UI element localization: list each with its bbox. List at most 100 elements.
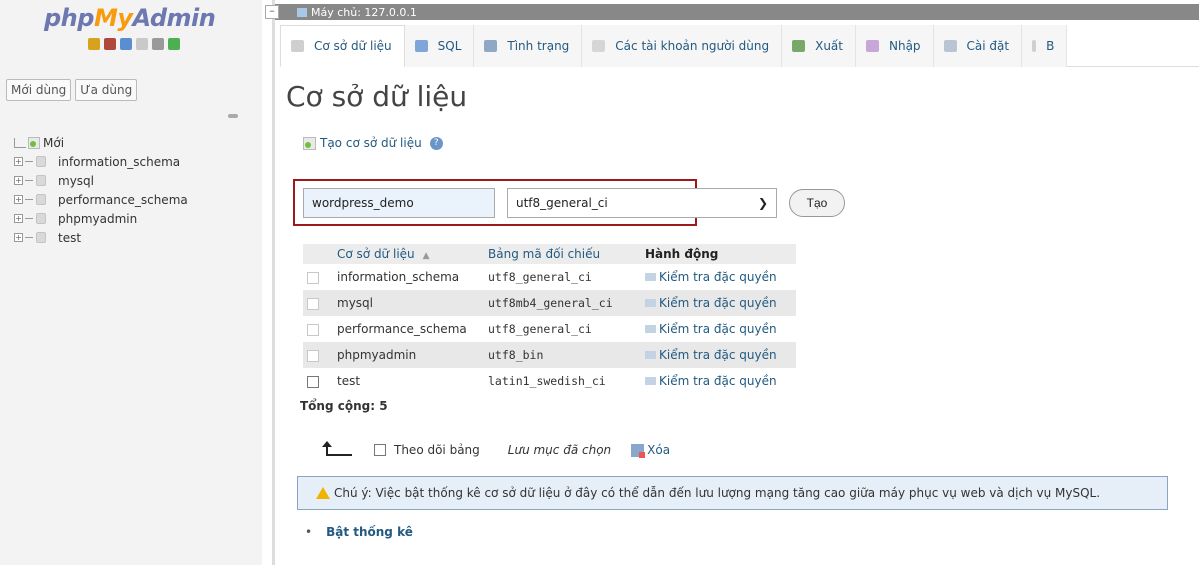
select-column-header [303,244,333,264]
tab-settings[interactable]: Cài đặt [933,25,1023,67]
home-icon[interactable] [88,38,100,50]
tree-item-label[interactable]: performance_schema [58,193,188,207]
expand-icon[interactable]: + [14,176,23,185]
warning-icon [316,487,330,499]
database-tree: Mới + information_schema + mysql + perfo… [14,133,188,247]
column-header-database[interactable]: Cơ sở dữ liệu ▲ [333,244,484,264]
link-with-main-panel-icon[interactable] [228,114,238,118]
expand-icon[interactable]: + [14,214,23,223]
row-checkbox[interactable] [307,297,319,310]
tree-item-test[interactable]: + test [14,228,188,247]
select-arrow-icon [322,441,352,456]
tab-label: Nhập [888,39,921,53]
recent-tables-tab[interactable]: Mới dùng [6,79,72,101]
help-icon[interactable]: ? [429,136,443,150]
row-checkbox[interactable] [307,271,319,284]
privileges-icon [645,351,656,359]
collation-cell: utf8mb4_general_ci [484,290,641,316]
expand-icon[interactable]: + [14,233,23,242]
privileges-icon [645,273,656,281]
create-database-heading: Tạo cơ sở dữ liệu ? [303,136,443,150]
database-name-cell[interactable]: information_schema [333,264,484,290]
status-icon [484,40,498,52]
tab-databases[interactable]: Cơ sở dữ liệu [280,25,405,67]
tree-item-new[interactable]: Mới [14,133,188,152]
server-label[interactable]: Máy chủ: 127.0.0.1 [311,6,417,19]
check-privileges-link[interactable]: Kiểm tra đặc quyền [645,296,777,310]
collation-select[interactable]: utf8_general_ci ❯ [507,188,777,218]
check-privileges-link[interactable]: Kiểm tra đặc quyền [645,374,777,388]
database-name-cell[interactable]: phpmyadmin [333,342,484,368]
tab-label: Cài đặt [966,39,1010,53]
database-icon [36,232,46,243]
tree-item-label[interactable]: phpmyadmin [58,212,137,226]
check-privileges-link[interactable]: Kiểm tra đặc quyền [645,348,777,362]
tree-item-label[interactable]: mysql [58,174,94,188]
tab-more[interactable]: B [1022,25,1068,67]
settings-icon[interactable] [152,38,164,50]
expand-icon[interactable]: + [14,157,23,166]
sql-icon [414,40,428,52]
export-icon [792,40,806,52]
database-name-cell[interactable]: performance_schema [333,316,484,342]
logout-icon[interactable] [104,38,116,50]
database-icon [36,213,46,224]
query-window-icon[interactable] [120,38,132,50]
collation-cell: latin1_swedish_ci [488,374,606,388]
enable-statistics-item: • Bật thống kê [305,525,413,539]
tree-item-label[interactable]: test [58,231,81,245]
databases-table: Cơ sở dữ liệu ▲ Bảng mã đối chiếu Hành độ… [303,244,796,394]
phpmyadmin-logo[interactable]: phpMyAdmin [44,4,216,32]
column-header-collation[interactable]: Bảng mã đối chiếu [484,244,641,264]
privileges-icon [645,299,656,307]
collation-cell: utf8_bin [484,342,641,368]
tab-import[interactable]: Nhập [855,25,934,67]
tree-item-information-schema[interactable]: + information_schema [14,152,188,171]
tab-export[interactable]: Xuất [782,25,856,67]
tree-item-label[interactable]: Mới [43,136,64,150]
tree-item-phpmyadmin[interactable]: + phpmyadmin [14,209,188,228]
tab-user-accounts[interactable]: Các tài khoản người dùng [582,25,783,67]
tab-label: Xuất [815,39,843,53]
server-icon [297,7,307,17]
row-checkbox[interactable] [307,349,319,362]
bulk-actions: Theo dõi bảng Lưu mục đã chọn Xóa [322,441,670,458]
tab-label: Tình trạng [507,39,570,53]
docs-icon[interactable] [136,38,148,50]
collapse-navigation-icon[interactable]: – [265,5,279,19]
tree-item-performance-schema[interactable]: + performance_schema [14,190,188,209]
favorite-tables-tab[interactable]: Ưa dùng [75,79,138,101]
row-checkbox[interactable] [307,323,319,336]
tab-status[interactable]: Tình trạng [474,25,583,67]
expand-icon[interactable]: + [14,195,23,204]
delete-icon [631,443,646,458]
create-database-label: Tạo cơ sở dữ liệu [320,136,422,150]
new-database-icon [303,136,316,150]
reload-icon[interactable] [168,38,180,50]
tab-label: B [1046,39,1055,53]
tree-item-mysql[interactable]: + mysql [14,171,188,190]
check-privileges-link[interactable]: Kiểm tra đặc quyền [645,322,777,336]
database-icon [291,40,304,52]
delete-selected-button[interactable]: Xóa [631,443,670,458]
create-button[interactable]: Tạo [789,189,845,217]
enable-statistics-link[interactable]: Bật thống kê [326,525,413,539]
track-table-label[interactable]: Theo dõi bảng [394,443,480,457]
check-privileges-link[interactable]: Kiểm tra đặc quyền [645,270,777,284]
database-name-cell[interactable]: mysql [333,290,484,316]
track-table-checkbox[interactable] [374,444,386,456]
statistics-notice: Chú ý: Việc bật thống kê cơ sở dữ liệu ở… [297,476,1168,510]
table-row: performance_schema utf8_general_ci Kiểm … [303,316,796,342]
database-name-cell[interactable]: test [333,368,484,394]
tab-sql[interactable]: SQL [404,25,475,67]
row-checkbox[interactable] [307,375,319,388]
panel-resizer[interactable] [272,0,275,565]
tab-label: Cơ sở dữ liệu [314,39,392,53]
top-menu: Cơ sở dữ liệu SQL Tình trạng Các tài kho… [280,25,1199,67]
database-name-input[interactable] [303,188,495,218]
database-icon [36,175,46,186]
column-header-action: Hành động [641,244,796,264]
tree-item-label[interactable]: information_schema [58,155,180,169]
sort-icon[interactable]: ▲ [423,251,430,261]
with-selected-label: Lưu mục đã chọn [507,443,612,457]
